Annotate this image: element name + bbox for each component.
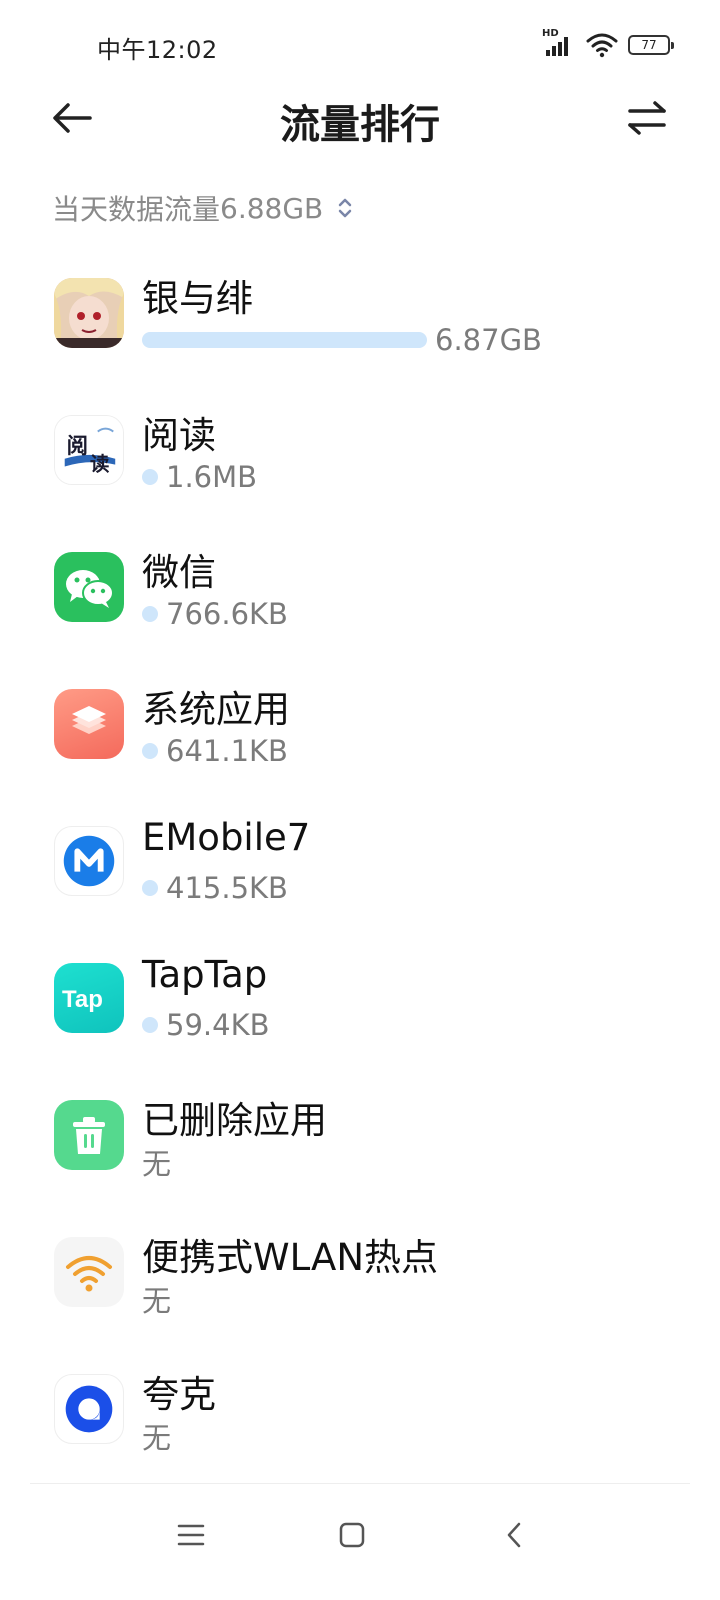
- usage-indicator: 641.1KB: [142, 733, 288, 769]
- swap-arrows-icon: [628, 101, 666, 135]
- usage-bar: [142, 880, 158, 896]
- usage-value: 6.87GB: [435, 323, 542, 357]
- usage-value: 无: [142, 1284, 172, 1318]
- list-item[interactable]: 阅 读 阅读 1.6MB: [0, 387, 720, 524]
- app-name: 微信: [142, 551, 216, 594]
- system-apps-icon: [54, 689, 124, 759]
- swap-button[interactable]: [624, 98, 670, 138]
- usage-indicator: 无: [142, 1281, 172, 1318]
- usage-value: 59.4KB: [166, 1008, 270, 1042]
- read-app-icon: 阅 读: [54, 415, 124, 485]
- app-list: 银与绯 6.87GB 阅 读 阅读 1.6MB 微信 766.6KB 系统应用 …: [0, 250, 720, 1483]
- usage-bar: [142, 1017, 158, 1033]
- app-name: EMobile7: [142, 816, 311, 859]
- status-time: 中午12:02: [97, 36, 218, 64]
- hotspot-icon: [54, 1237, 124, 1307]
- page-title: 流量排行: [280, 102, 440, 148]
- usage-value: 641.1KB: [166, 734, 288, 768]
- back-chevron-icon: [507, 1522, 521, 1548]
- status-bar: 中午12:02 HD 77: [0, 0, 720, 90]
- trash-icon: [54, 1100, 124, 1170]
- navigation-bar: [0, 1484, 720, 1600]
- wechat-icon: [54, 552, 124, 622]
- svg-text:Tap: Tap: [62, 986, 103, 1013]
- usage-value: 415.5KB: [166, 871, 288, 905]
- battery-level: 77: [641, 38, 657, 52]
- usage-bar: [142, 332, 427, 348]
- usage-indicator: 59.4KB: [142, 1007, 269, 1043]
- usage-bar: [142, 743, 158, 759]
- wifi-icon: [586, 33, 618, 58]
- usage-indicator: 415.5KB: [142, 870, 288, 906]
- list-item[interactable]: 已删除应用 无: [0, 1072, 720, 1209]
- usage-indicator: 766.6KB: [142, 596, 288, 632]
- svg-text:读: 读: [90, 452, 110, 475]
- data-summary-selector[interactable]: 当天数据流量 6.88GB: [52, 188, 353, 228]
- usage-value: 766.6KB: [166, 597, 288, 631]
- svg-text:阅: 阅: [67, 434, 88, 459]
- list-item[interactable]: 便携式WLAN热点 无: [0, 1209, 720, 1346]
- menu-icon: [177, 1524, 205, 1546]
- nav-back-button[interactable]: [489, 1510, 539, 1560]
- usage-indicator: 无: [142, 1418, 172, 1455]
- signal-icon: HD: [542, 28, 576, 58]
- usage-indicator: 6.87GB: [142, 322, 542, 358]
- list-item[interactable]: 系统应用 641.1KB: [0, 661, 720, 798]
- list-item[interactable]: Tap TapTap 59.4KB: [0, 935, 720, 1072]
- usage-value: 无: [142, 1421, 172, 1455]
- app-name: 阅读: [142, 414, 216, 457]
- usage-indicator: 1.6MB: [142, 459, 257, 495]
- list-item[interactable]: 夸克 无: [0, 1346, 720, 1483]
- usage-bar: [142, 606, 158, 622]
- app-name: 系统应用: [142, 688, 290, 731]
- list-item[interactable]: 微信 766.6KB: [0, 524, 720, 661]
- app-name: 银与绯: [142, 277, 253, 320]
- app-name: 便携式WLAN热点: [142, 1236, 439, 1279]
- app-name: 已删除应用: [142, 1099, 327, 1142]
- anime-character-icon: [54, 278, 124, 348]
- taptap-icon: Tap: [54, 963, 124, 1033]
- usage-indicator: 无: [142, 1144, 172, 1181]
- app-name: 夸克: [142, 1373, 216, 1416]
- header: 流量排行: [0, 88, 720, 148]
- usage-value: 1.6MB: [166, 460, 258, 494]
- app-name: TapTap: [142, 953, 268, 996]
- home-icon: [339, 1522, 365, 1548]
- usage-value: 无: [142, 1147, 172, 1181]
- battery-icon: 77: [628, 35, 674, 55]
- summary-value: 6.88GB: [220, 191, 324, 225]
- list-item[interactable]: EMobile7 415.5KB: [0, 798, 720, 935]
- list-item[interactable]: 银与绯 6.87GB: [0, 250, 720, 387]
- emobile-icon: [54, 826, 124, 896]
- quark-icon: [54, 1374, 124, 1444]
- recent-apps-button[interactable]: [166, 1510, 216, 1560]
- chevron-up-down-icon: [339, 198, 352, 218]
- summary-label: 当天数据流量: [52, 193, 221, 226]
- usage-bar: [142, 469, 158, 485]
- home-button[interactable]: [327, 1510, 377, 1560]
- status-icons: HD 77: [542, 28, 674, 60]
